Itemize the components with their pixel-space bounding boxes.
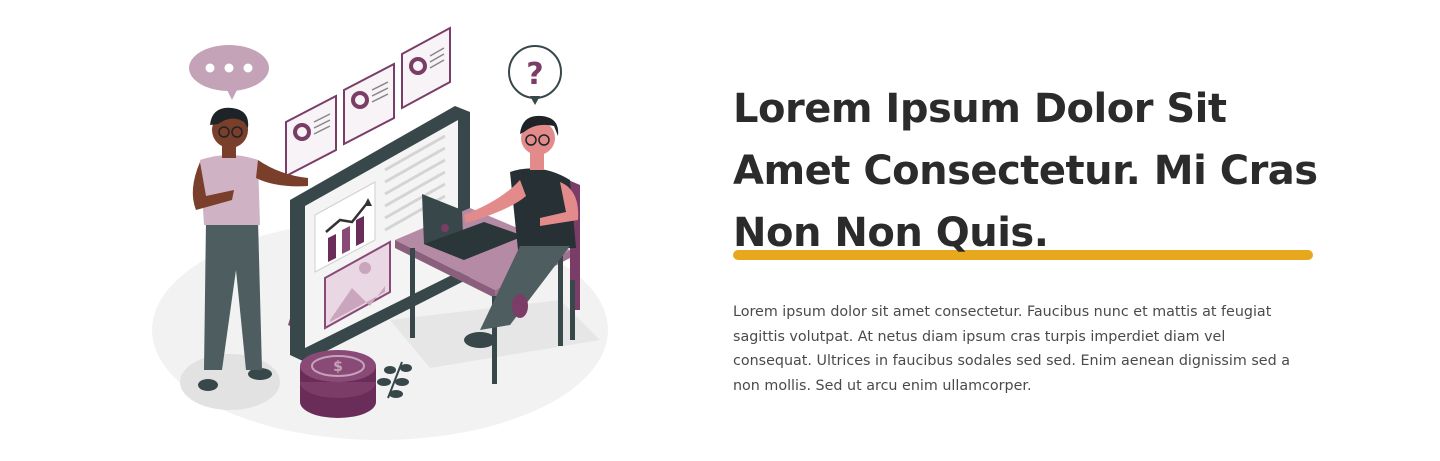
headline-line-3: Non Non Quis. (733, 210, 1049, 256)
highlighted-phrase: Non Non Quis. (733, 202, 1313, 264)
svg-text:?: ? (526, 57, 543, 92)
hero-text: Lorem Ipsum Dolor Sit Amet Consectetur. … (733, 78, 1318, 398)
floating-card-2 (343, 62, 395, 146)
hero-body-text: Lorem ipsum dolor sit amet consectetur. … (733, 304, 1290, 394)
headline-line-1: Lorem Ipsum Dolor Sit (733, 86, 1227, 132)
question-mark-icon: ? (508, 45, 562, 105)
dollar-coin-icon: $ (300, 350, 376, 418)
headline-line-2: Amet Consectetur. Mi Cras (733, 148, 1318, 194)
hero-illustration: ? $ (140, 10, 620, 450)
svg-text:$: $ (333, 359, 343, 375)
floating-card-1 (285, 94, 337, 178)
hero-headline: Lorem Ipsum Dolor Sit Amet Consectetur. … (733, 78, 1318, 264)
floating-card-3 (401, 26, 451, 110)
speech-bubble-dots-icon (189, 45, 269, 100)
